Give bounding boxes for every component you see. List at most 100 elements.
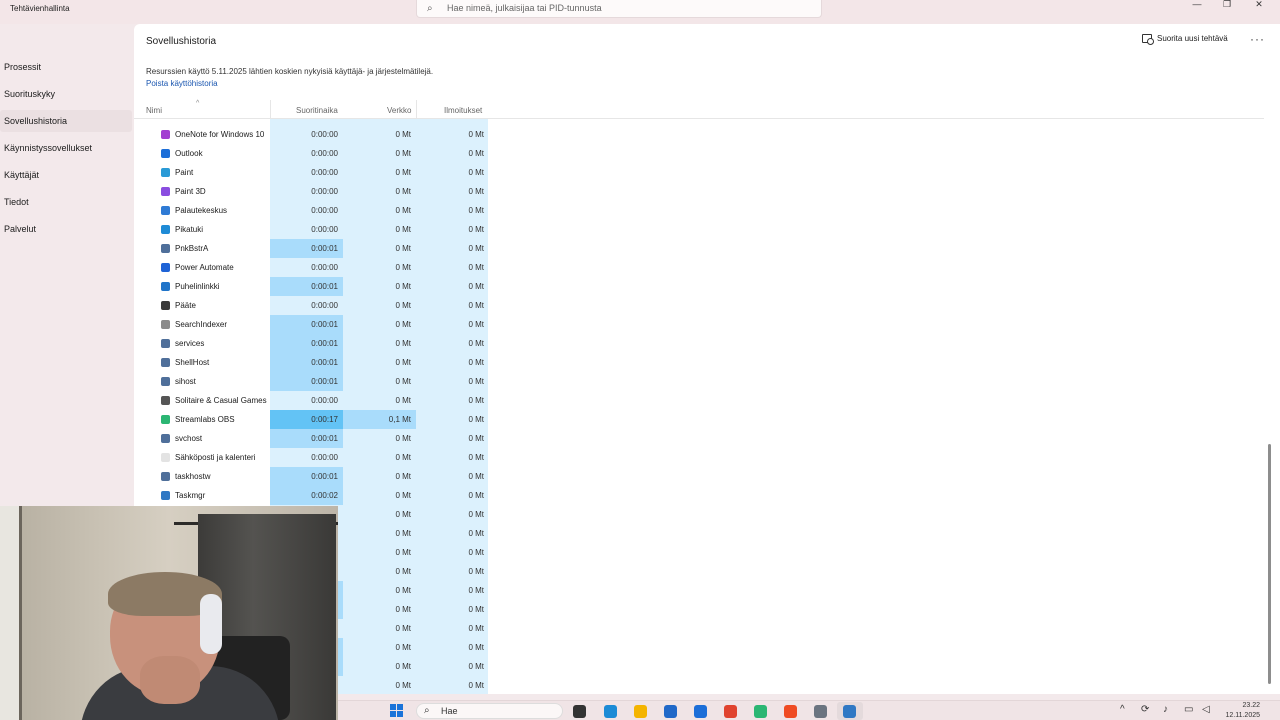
- app-icon: [161, 244, 170, 253]
- table-row[interactable]: SearchIndexer 0:00:01 0 Mt 0 Mt: [134, 315, 494, 334]
- sidebar-item-kayttajat[interactable]: Käyttäjät: [0, 164, 132, 186]
- sidebar-item-kaynnistyssovellukset[interactable]: Käynnistyssovellukset: [0, 137, 132, 159]
- webcam-overlay: [0, 506, 338, 720]
- sidebar-item-suorituskyky[interactable]: Suorituskyky: [0, 83, 132, 105]
- table-row[interactable]: Outlook 0:00:00 0 Mt 0 Mt: [134, 144, 494, 163]
- settings-icon[interactable]: [814, 705, 827, 718]
- app-name: Palautekeskus: [175, 206, 228, 215]
- table-row[interactable]: Puhelinlinkki 0:00:01 0 Mt 0 Mt: [134, 277, 494, 296]
- tray-overflow-icon[interactable]: ^: [1120, 704, 1125, 715]
- column-divider[interactable]: [270, 100, 271, 119]
- taskbar-search[interactable]: ⌕ Hae: [416, 703, 563, 719]
- clock-time: 23.22: [1242, 702, 1260, 709]
- network-cell: 0 Mt: [395, 263, 411, 272]
- table-row[interactable]: Streamlabs OBS 0:00:17 0,1 Mt 0 Mt: [134, 410, 494, 429]
- table-row[interactable]: svchost 0:00:01 0 Mt 0 Mt: [134, 429, 494, 448]
- cpu-time-cell: 0:00:00: [311, 187, 338, 196]
- table-row[interactable]: PnkBstrA 0:00:01 0 Mt 0 Mt: [134, 239, 494, 258]
- app-icon: [161, 130, 170, 139]
- table-row[interactable]: Sähköposti ja kalenteri 0:00:00 0 Mt 0 Mt: [134, 448, 494, 467]
- table-row[interactable]: Pikatuki 0:00:00 0 Mt 0 Mt: [134, 220, 494, 239]
- app-name: Power Automate: [175, 263, 234, 272]
- edge-icon[interactable]: [604, 705, 617, 718]
- app-icon: [161, 206, 170, 215]
- sidebar-item-sovellushistoria[interactable]: Sovellushistoria: [0, 110, 132, 132]
- table-row[interactable]: taskhostw 0:00:01 0 Mt 0 Mt: [134, 467, 494, 486]
- info-text: Resurssien käyttö 5.11.2025 lähtien kosk…: [146, 67, 434, 76]
- start-button[interactable]: [390, 704, 404, 718]
- maximize-button[interactable]: ❐: [1212, 0, 1242, 10]
- streamlabs-icon[interactable]: [754, 705, 767, 718]
- windows-logo-icon: [390, 704, 396, 710]
- sidebar-item-prosessit[interactable]: Prosessit: [0, 56, 132, 78]
- table-row[interactable]: Paint 3D 0:00:00 0 Mt 0 Mt: [134, 182, 494, 201]
- app-name: sihost: [175, 377, 196, 386]
- sidebar-item-palvelut[interactable]: Palvelut: [0, 218, 132, 240]
- table-row[interactable]: Power Automate 0:00:00 0 Mt 0 Mt: [134, 258, 494, 277]
- microphone-icon[interactable]: ♪: [1163, 704, 1168, 715]
- sidebar-item-tiedot[interactable]: Tiedot: [0, 191, 132, 213]
- run-new-task-button[interactable]: Suorita uusi tehtävä: [1142, 34, 1228, 45]
- notifications-cell: 0 Mt: [468, 339, 484, 348]
- network-cell: 0 Mt: [395, 282, 411, 291]
- app-name: Puhelinlinkki: [175, 282, 220, 291]
- volume-icon[interactable]: ◁: [1202, 704, 1210, 715]
- close-button[interactable]: ✕: [1244, 0, 1274, 10]
- network-cell: 0 Mt: [395, 472, 411, 481]
- webcam-person-hand: [140, 656, 200, 704]
- table-row[interactable]: Paint 0:00:00 0 Mt 0 Mt: [134, 163, 494, 182]
- file-explorer-dark-icon[interactable]: [573, 705, 586, 718]
- sync-icon[interactable]: ⟳: [1141, 704, 1149, 715]
- app-icon: [161, 225, 170, 234]
- task-manager-icon[interactable]: [843, 705, 856, 718]
- cpu-time-cell: 0:00:00: [311, 225, 338, 234]
- webcam-headset: [200, 594, 222, 654]
- chrome-icon[interactable]: [724, 705, 737, 718]
- table-row[interactable]: Palautekeskus 0:00:00 0 Mt 0 Mt: [134, 201, 494, 220]
- column-header-name[interactable]: Nimi: [146, 106, 162, 115]
- notifications-cell: 0 Mt: [468, 605, 484, 614]
- more-options-button[interactable]: ···: [1250, 32, 1265, 46]
- app-name: Pääte: [175, 301, 196, 310]
- column-header-cpu[interactable]: Suoritinaika: [296, 106, 338, 115]
- app-icon: [161, 377, 170, 386]
- app-name: Pikatuki: [175, 225, 204, 234]
- notifications-cell: 0 Mt: [468, 681, 484, 690]
- network-icon[interactable]: ▭: [1184, 704, 1193, 715]
- column-header-network[interactable]: Verkko: [387, 106, 411, 115]
- column-divider[interactable]: [416, 100, 417, 119]
- notifications-cell: 0 Mt: [468, 263, 484, 272]
- brave-icon[interactable]: [784, 705, 797, 718]
- network-cell: 0 Mt: [395, 529, 411, 538]
- network-cell: 0 Mt: [395, 320, 411, 329]
- app-icon: [161, 396, 170, 405]
- file-explorer-icon[interactable]: [634, 705, 647, 718]
- clear-history-link[interactable]: Poista käyttöhistoria: [146, 79, 218, 88]
- minimize-button[interactable]: —: [1182, 0, 1212, 10]
- notifications-cell: 0 Mt: [468, 377, 484, 386]
- table-row[interactable]: services 0:00:01 0 Mt 0 Mt: [134, 334, 494, 353]
- network-cell: 0 Mt: [395, 491, 411, 500]
- clock-date: 12.11.2025: [1225, 712, 1260, 719]
- cpu-time-cell: 0:00:01: [270, 429, 343, 448]
- network-cell: 0 Mt: [395, 434, 411, 443]
- table-row[interactable]: ShellHost 0:00:01 0 Mt 0 Mt: [134, 353, 494, 372]
- cpu-time-cell: 0:00:01: [270, 315, 343, 334]
- vertical-scrollbar[interactable]: [1268, 64, 1271, 684]
- network-cell: 0 Mt: [395, 225, 411, 234]
- cpu-time-cell: 0:00:00: [311, 130, 338, 139]
- clock[interactable]: 23.22 12.11.2025: [1222, 701, 1260, 720]
- cpu-time-cell: 0:00:01: [270, 467, 343, 486]
- table-row[interactable]: Taskmgr 0:00:02 0 Mt 0 Mt: [134, 486, 494, 505]
- table-row[interactable]: sihost 0:00:01 0 Mt 0 Mt: [134, 372, 494, 391]
- table-row[interactable]: OneNote for Windows 10 0:00:00 0 Mt 0 Mt: [134, 125, 494, 144]
- outlook-icon[interactable]: [694, 705, 707, 718]
- app-name: Paint: [175, 168, 194, 177]
- table-row[interactable]: Solitaire & Casual Games 0:00:00 0 Mt 0 Mt: [134, 391, 494, 410]
- table-row[interactable]: Pääte 0:00:00 0 Mt 0 Mt: [134, 296, 494, 315]
- cpu-time-cell: 0:00:00: [311, 301, 338, 310]
- search-input[interactable]: ⌕ Hae nimeä, julkaisijaa tai PID-tunnust…: [416, 0, 822, 18]
- column-header-notifications[interactable]: Ilmoitukset: [444, 106, 482, 115]
- scrollbar-thumb[interactable]: [1268, 444, 1271, 684]
- store-icon[interactable]: [664, 705, 677, 718]
